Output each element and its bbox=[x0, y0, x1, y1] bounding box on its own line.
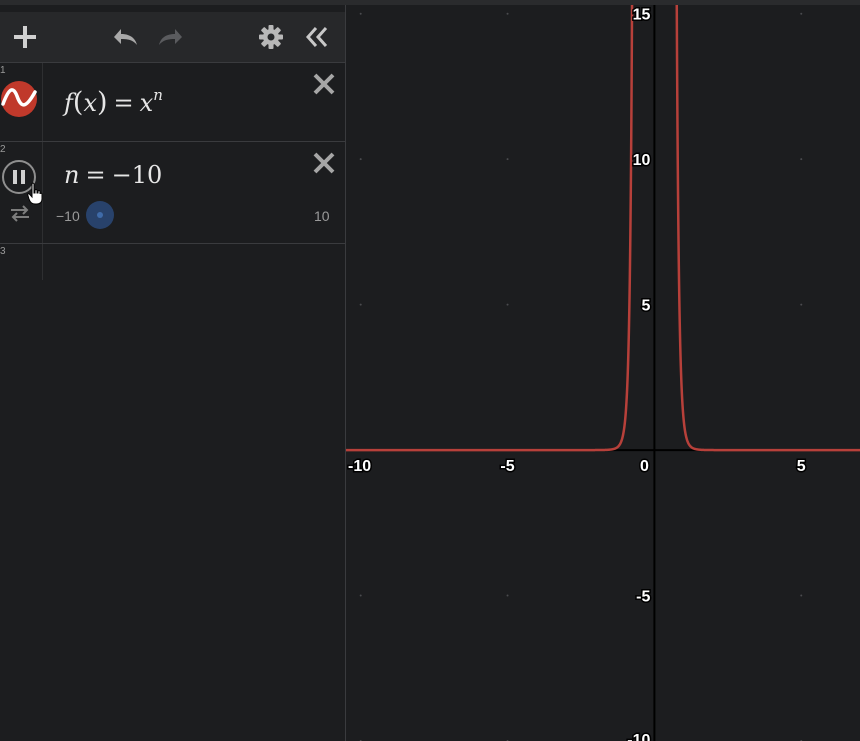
power-base: x bbox=[139, 89, 154, 117]
redo-icon bbox=[159, 29, 182, 45]
expression-formula-2[interactable]: n = −10 bbox=[64, 161, 162, 189]
equals-sign: = bbox=[113, 89, 134, 117]
sine-wave-icon bbox=[1, 81, 37, 117]
graph-canvas[interactable]: -10 -5 0 5 15 10 5 -5 -10 bbox=[346, 5, 860, 741]
y-tick-label: 5 bbox=[641, 298, 650, 315]
slider-variable: n bbox=[64, 161, 80, 189]
expression-toolbar bbox=[0, 12, 345, 63]
x-tick-label: 0 bbox=[640, 458, 649, 475]
grid-dot bbox=[359, 12, 362, 15]
slider-thumb-center bbox=[97, 212, 103, 218]
collapse-panel-button[interactable] bbox=[300, 12, 334, 62]
slider-thumb[interactable] bbox=[86, 201, 114, 229]
redo-button[interactable] bbox=[154, 12, 188, 62]
plus-icon bbox=[14, 26, 36, 48]
repeat-icon bbox=[11, 205, 29, 222]
undo-button[interactable] bbox=[108, 12, 142, 62]
expression-row-2[interactable]: 2 n = −10 −10 10 bbox=[0, 142, 345, 244]
slider-max-label[interactable]: 10 bbox=[314, 208, 330, 224]
expression-row-1[interactable]: 1 f(x) = xn bbox=[0, 63, 345, 142]
gear-icon bbox=[259, 25, 283, 49]
close-icon bbox=[313, 152, 335, 174]
function-name: f bbox=[64, 89, 73, 117]
delete-expression-button[interactable] bbox=[311, 150, 337, 176]
expression-gutter-1: 1 bbox=[0, 63, 43, 141]
grid-dot bbox=[800, 303, 803, 306]
x-tick-label: -10 bbox=[348, 458, 371, 475]
equals-sign: = bbox=[85, 161, 106, 189]
loop-mode-button[interactable] bbox=[9, 204, 31, 227]
toggle-graph-visibility-button[interactable] bbox=[0, 80, 38, 123]
slider-value: −10 bbox=[111, 161, 163, 189]
add-item-button[interactable] bbox=[8, 12, 42, 62]
delete-expression-button[interactable] bbox=[311, 71, 337, 97]
undo-icon bbox=[114, 29, 137, 45]
grid-dot bbox=[359, 158, 362, 161]
y-tick-label: 10 bbox=[633, 152, 651, 169]
expression-index: 3 bbox=[0, 246, 6, 257]
power-exponent: n bbox=[153, 86, 163, 104]
y-tick-label: 15 bbox=[633, 7, 651, 24]
double-chevron-left-icon bbox=[305, 27, 328, 47]
x-tick-label: 5 bbox=[797, 458, 806, 475]
slider-track[interactable] bbox=[86, 201, 305, 229]
grid-dot bbox=[359, 303, 362, 306]
y-tick-label: -10 bbox=[627, 732, 650, 741]
expression-index: 2 bbox=[0, 144, 6, 155]
grid-dot bbox=[800, 158, 803, 161]
slider-min-label[interactable]: −10 bbox=[56, 208, 80, 224]
grid-dot bbox=[800, 594, 803, 597]
curve-left-branch bbox=[346, 5, 634, 452]
expression-formula-1[interactable]: f(x) = xn bbox=[64, 86, 163, 118]
graph-paper[interactable]: -10 -5 0 5 15 10 5 -5 -10 bbox=[346, 5, 860, 741]
mouse-cursor-hand-icon bbox=[27, 182, 43, 205]
grid-dot bbox=[506, 594, 509, 597]
grid-dot bbox=[506, 158, 509, 161]
expression-gutter-3: 3 bbox=[0, 244, 43, 280]
expression-row-3[interactable]: 3 bbox=[0, 244, 345, 280]
curve-right-branch bbox=[675, 5, 860, 452]
grid-dot bbox=[359, 594, 362, 597]
grid-dot bbox=[506, 303, 509, 306]
y-tick-label: -5 bbox=[636, 589, 650, 606]
settings-button[interactable] bbox=[254, 12, 288, 62]
grid-dot bbox=[800, 12, 803, 15]
grid-dot bbox=[506, 12, 509, 15]
function-variable: x bbox=[83, 89, 97, 117]
expression-gutter-2: 2 bbox=[0, 142, 43, 243]
expression-index: 1 bbox=[0, 65, 6, 76]
close-icon bbox=[313, 73, 335, 95]
x-tick-label: -5 bbox=[500, 458, 514, 475]
